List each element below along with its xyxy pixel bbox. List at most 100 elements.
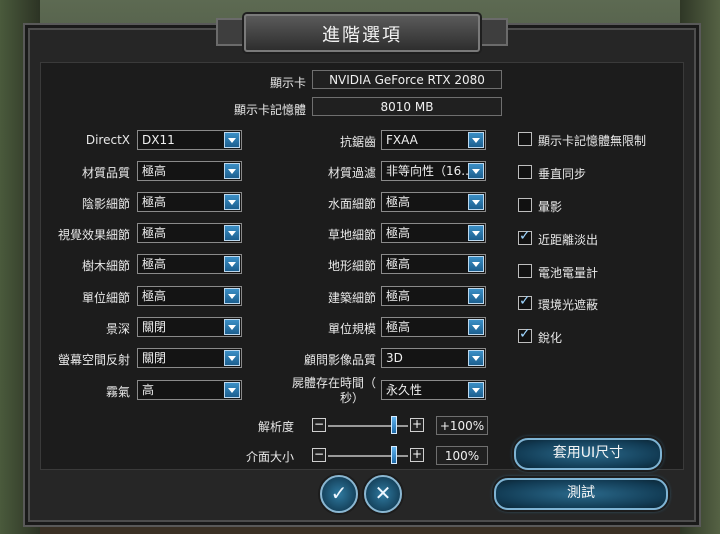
checkbox-label: 顯示卡記憶體無限制 (538, 134, 647, 148)
dropdown-value: 極高 (386, 289, 411, 303)
setting-dropdown[interactable]: 永久性 (381, 380, 486, 400)
chevron-down-icon (224, 288, 240, 304)
dropdown-value: 永久性 (386, 383, 423, 397)
chevron-down-icon (468, 382, 484, 398)
chevron-down-icon (468, 256, 484, 272)
gpu-value: NVIDIA GeForce RTX 2080 (312, 70, 502, 89)
title-ornament-left (216, 18, 246, 46)
chevron-down-icon (224, 132, 240, 148)
checkbox[interactable] (518, 228, 532, 245)
checkbox-label: 環境光遮蔽 (538, 298, 599, 312)
checkbox-label: 暈影 (538, 200, 563, 214)
setting-label: 單位細節 (81, 291, 130, 305)
dropdown-value: 極高 (386, 226, 411, 240)
ui-size-slider-thumb[interactable] (390, 446, 397, 464)
setting-dropdown[interactable]: 極高 (381, 254, 486, 274)
resolution-decrease-button[interactable]: − (312, 418, 326, 432)
resolution-increase-button[interactable]: + (410, 418, 424, 432)
chevron-down-icon (468, 132, 484, 148)
dropdown-value: 3D (386, 351, 403, 365)
gpu-label: 顯示卡 (269, 76, 306, 90)
page-title: 進階選項 (322, 25, 402, 46)
setting-label: 顧問影像品質 (303, 353, 376, 367)
dropdown-value: 關閉 (142, 351, 167, 365)
checkbox[interactable] (518, 293, 532, 310)
setting-dropdown[interactable]: FXAA (381, 130, 486, 150)
resolution-label: 解析度 (257, 420, 294, 434)
chevron-down-icon (224, 256, 240, 272)
close-icon: ✕ (374, 481, 392, 505)
setting-label: 螢幕空間反射 (57, 353, 130, 367)
cancel-button[interactable]: ✕ (364, 475, 402, 513)
setting-dropdown[interactable]: 極高 (137, 161, 242, 181)
chevron-down-icon (224, 225, 240, 241)
setting-label: 單位規模 (327, 322, 376, 336)
chevron-down-icon (224, 382, 240, 398)
ui-size-value: 100% (436, 446, 488, 465)
ui-size-decrease-button[interactable]: − (312, 448, 326, 462)
setting-dropdown[interactable]: DX11 (137, 130, 242, 150)
chevron-down-icon (468, 163, 484, 179)
setting-dropdown[interactable]: 極高 (137, 286, 242, 306)
setting-dropdown[interactable]: 極高 (381, 223, 486, 243)
setting-label-line2: 秒） (339, 391, 364, 405)
ui-size-label: 介面大小 (245, 450, 294, 464)
vram-value: 8010 MB (312, 97, 502, 116)
chevron-down-icon (468, 319, 484, 335)
chevron-down-icon (468, 194, 484, 210)
title-bar: 進階選項 (244, 14, 480, 52)
checkmark-icon: ✓ (330, 481, 348, 505)
setting-dropdown[interactable]: 3D (381, 348, 486, 368)
setting-dropdown[interactable]: 極高 (381, 317, 486, 337)
resolution-value: +100% (436, 416, 488, 435)
checkbox[interactable] (518, 132, 532, 146)
dropdown-value: 極高 (386, 257, 411, 271)
setting-dropdown[interactable]: 高 (137, 380, 242, 400)
setting-label: 地形細節 (327, 259, 376, 273)
dropdown-value: 關閉 (142, 320, 167, 334)
dropdown-value: FXAA (386, 133, 418, 147)
setting-dropdown[interactable]: 極高 (381, 192, 486, 212)
checkbox[interactable] (518, 326, 532, 343)
setting-label: DirectX (85, 133, 130, 147)
checkbox-label: 近距離淡出 (538, 233, 599, 247)
setting-label: 材質過濾 (327, 166, 376, 180)
test-button[interactable]: 測試 (494, 478, 668, 510)
checkbox[interactable] (518, 165, 532, 179)
setting-label: 景深 (105, 322, 130, 336)
checkbox[interactable] (518, 264, 532, 278)
setting-label: 樹木細節 (81, 259, 130, 273)
setting-dropdown[interactable]: 關閉 (137, 348, 242, 368)
dropdown-value: 極高 (142, 257, 167, 271)
confirm-button[interactable]: ✓ (320, 475, 358, 513)
setting-label: 視覺效果細節 (57, 228, 130, 242)
dropdown-value: DX11 (142, 133, 175, 147)
setting-dropdown[interactable]: 非等向性（16... (381, 161, 486, 181)
dropdown-value: 高 (142, 383, 155, 397)
chevron-down-icon (468, 350, 484, 366)
setting-label: 材質品質 (81, 166, 130, 180)
resolution-slider-thumb[interactable] (390, 416, 397, 434)
checkbox-label: 電池電量計 (538, 266, 599, 280)
checkbox-label: 銳化 (538, 331, 563, 345)
title-ornament-right (478, 18, 508, 46)
setting-dropdown[interactable]: 關閉 (137, 317, 242, 337)
setting-label: 陰影細節 (81, 197, 130, 211)
setting-dropdown[interactable]: 極高 (137, 192, 242, 212)
chevron-down-icon (224, 194, 240, 210)
chevron-down-icon (224, 163, 240, 179)
setting-dropdown[interactable]: 極高 (381, 286, 486, 306)
checkbox[interactable] (518, 198, 532, 212)
dropdown-value: 極高 (142, 289, 167, 303)
vram-label: 顯示卡記憶體 (233, 103, 306, 117)
setting-dropdown[interactable]: 極高 (137, 223, 242, 243)
dropdown-value: 極高 (142, 164, 167, 178)
setting-dropdown[interactable]: 極高 (137, 254, 242, 274)
ui-size-increase-button[interactable]: + (410, 448, 424, 462)
chevron-down-icon (468, 225, 484, 241)
apply-ui-size-button[interactable]: 套用UI尺寸 (514, 438, 662, 470)
setting-label: 抗鋸齒 (339, 135, 376, 149)
chevron-down-icon (224, 350, 240, 366)
dropdown-value: 極高 (386, 195, 411, 209)
setting-label: 建築細節 (327, 291, 376, 305)
